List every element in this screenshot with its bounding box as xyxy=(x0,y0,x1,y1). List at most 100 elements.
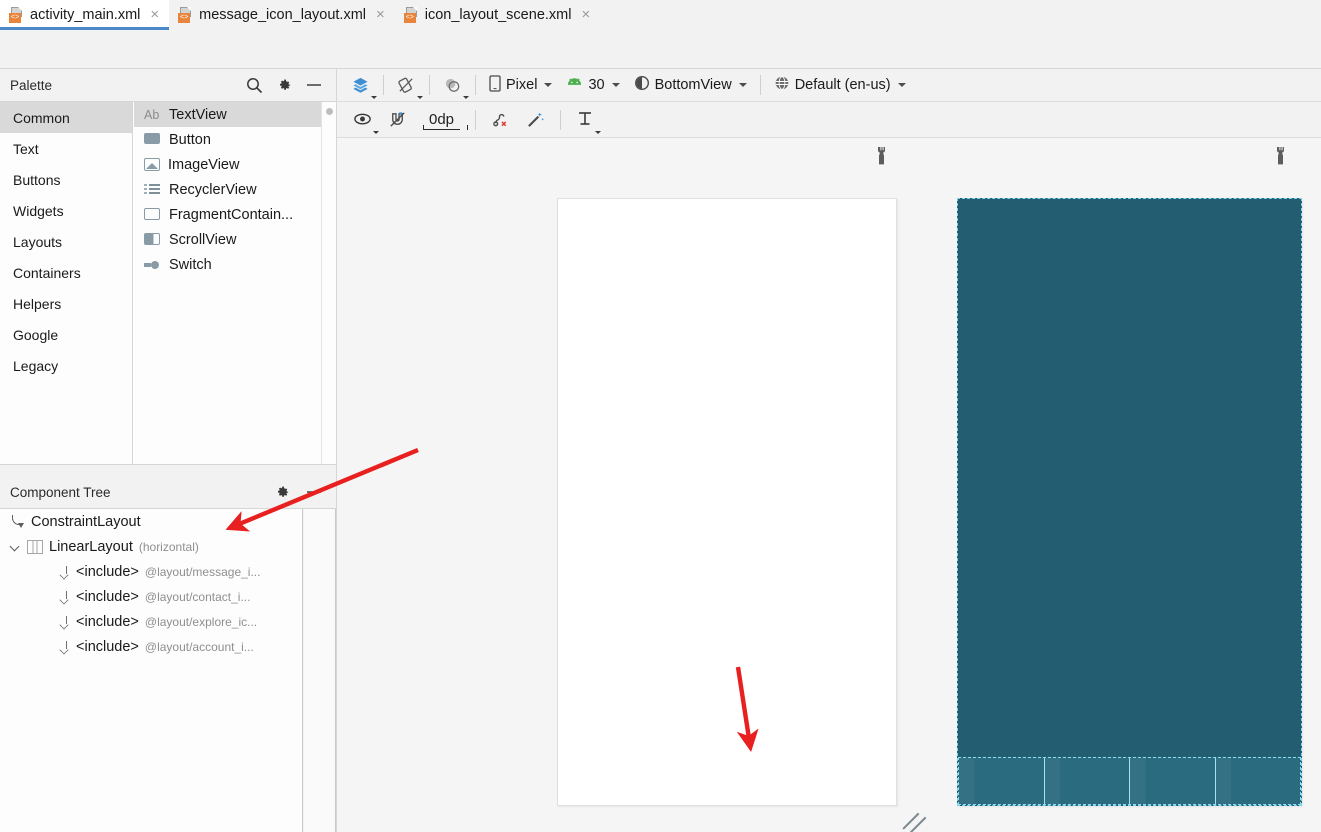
device-label: Pixel xyxy=(506,77,538,93)
android-studio-layout-editor: <> activity_main.xml × <> message_icon_l… xyxy=(0,0,1321,832)
default-margin-control[interactable]: 0dp xyxy=(417,107,466,133)
gear-icon[interactable] xyxy=(275,485,290,500)
tree-node-label: ConstraintLayout xyxy=(31,513,141,530)
chevron-down-icon[interactable] xyxy=(897,83,906,87)
chevron-down-icon[interactable] xyxy=(611,83,620,87)
palette-item-button[interactable]: Button xyxy=(134,127,321,152)
toolbar-separator xyxy=(429,75,430,95)
theme-selector[interactable]: BottomView xyxy=(628,72,753,98)
button-icon xyxy=(144,132,161,147)
palette-item-label: Switch xyxy=(169,256,212,273)
chevron-down-icon[interactable] xyxy=(738,83,747,87)
editor-tab-label: activity_main.xml xyxy=(30,6,141,23)
palette-category-buttons[interactable]: Buttons xyxy=(0,164,132,195)
blueprint-include-cell[interactable] xyxy=(1130,758,1216,804)
minimize-icon[interactable] xyxy=(306,485,322,500)
chevron-down-icon[interactable] xyxy=(10,541,21,552)
xml-layout-file-icon: <> xyxy=(178,6,193,23)
clear-constraints-icon[interactable] xyxy=(485,107,516,133)
theme-icon[interactable] xyxy=(437,72,469,99)
palette-header: Palette xyxy=(0,69,336,102)
close-icon[interactable]: × xyxy=(150,7,159,22)
palette-item-switch[interactable]: Switch xyxy=(134,252,321,277)
design-canvas[interactable] xyxy=(336,138,1321,832)
image-icon xyxy=(144,158,160,171)
blueprint-include-cell[interactable] xyxy=(959,758,1045,804)
chevron-down-icon[interactable] xyxy=(544,83,553,87)
include-icon xyxy=(55,640,70,654)
close-icon[interactable]: × xyxy=(376,7,385,22)
tree-node-detail: (horizontal) xyxy=(138,539,199,554)
editor-tab-icon-layout-scene[interactable]: <> icon_layout_scene.xml × xyxy=(395,0,600,29)
palette-scrollbar[interactable] xyxy=(321,102,336,464)
magnet-off-icon[interactable] xyxy=(382,107,413,133)
api-level-selector[interactable]: 30 xyxy=(560,72,625,98)
search-icon[interactable] xyxy=(246,77,263,94)
tree-node-label: <include> xyxy=(76,563,139,580)
blueprint-include-cell[interactable] xyxy=(1215,758,1300,804)
tree-node-label: LinearLayout xyxy=(49,538,133,555)
design-preview[interactable] xyxy=(557,198,897,806)
palette-item-list: Ab TextView Button ImageView RecyclerVie… xyxy=(134,102,321,464)
wrench-icon[interactable] xyxy=(1274,147,1287,165)
palette-item-label: FragmentContain... xyxy=(169,206,294,223)
palette-item-recyclerview[interactable]: RecyclerView xyxy=(134,177,321,202)
editor-tab-message-icon-layout[interactable]: <> message_icon_layout.xml × xyxy=(169,0,395,29)
palette-category-widgets[interactable]: Widgets xyxy=(0,195,132,226)
editor-tab-label: message_icon_layout.xml xyxy=(199,6,366,23)
toolbar-separator xyxy=(383,75,384,95)
api-level-label: 30 xyxy=(588,77,605,93)
tree-node-include-contact[interactable]: <include> @layout/contact_i... xyxy=(0,584,302,609)
theme-label: BottomView xyxy=(654,77,732,93)
blueprint-preview[interactable] xyxy=(957,198,1302,806)
component-tree-header: Component Tree xyxy=(0,476,336,509)
eye-icon[interactable] xyxy=(347,107,379,134)
palette-category-text[interactable]: Text xyxy=(0,133,132,164)
palette-category-containers[interactable]: Containers xyxy=(0,257,132,288)
palette-category-legacy[interactable]: Legacy xyxy=(0,350,132,381)
palette-item-scrollview[interactable]: ScrollView xyxy=(134,227,321,252)
linearlayout-icon xyxy=(27,539,43,554)
toolbar-separator xyxy=(475,75,476,95)
palette-category-helpers[interactable]: Helpers xyxy=(0,288,132,319)
resize-handle-icon[interactable] xyxy=(902,810,929,832)
toolbar-separator xyxy=(560,109,562,130)
tree-node-constraintlayout[interactable]: ConstraintLayout xyxy=(0,509,302,534)
blueprint-linearlayout[interactable] xyxy=(958,757,1301,805)
orientation-rotate-icon[interactable] xyxy=(391,72,423,99)
default-margin-value[interactable]: 0dp xyxy=(423,111,461,130)
magic-wand-icon[interactable] xyxy=(520,107,551,133)
palette-item-fragmentcontainer[interactable]: FragmentContain... xyxy=(134,202,321,227)
tree-node-linearlayout[interactable]: LinearLayout (horizontal) xyxy=(0,534,302,559)
close-icon[interactable]: × xyxy=(581,7,590,22)
palette-scrollbar-thumb[interactable] xyxy=(326,108,333,115)
tree-node-include-explore[interactable]: <include> @layout/explore_ic... xyxy=(0,609,302,634)
tree-node-label: <include> xyxy=(76,588,139,605)
toolbar-separator xyxy=(475,109,477,130)
align-icon[interactable] xyxy=(570,107,602,134)
constraintlayout-icon xyxy=(10,514,25,529)
blueprint-include-cell[interactable] xyxy=(1044,758,1130,804)
scrollview-icon xyxy=(144,232,161,247)
device-selector[interactable]: Pixel xyxy=(483,72,558,98)
palette-category-layouts[interactable]: Layouts xyxy=(0,226,132,257)
xml-layout-file-icon: <> xyxy=(9,6,24,23)
locale-label: Default (en-us) xyxy=(794,77,891,93)
palette-category-google[interactable]: Google xyxy=(0,319,132,350)
gear-icon[interactable] xyxy=(277,78,292,93)
toolbar-separator xyxy=(759,75,761,95)
tabbar-empty-area xyxy=(600,0,1321,29)
include-icon xyxy=(55,615,70,629)
minimize-icon[interactable] xyxy=(306,78,322,92)
locale-selector[interactable]: Default (en-us) xyxy=(768,72,912,98)
editor-tab-bar: <> activity_main.xml × <> message_icon_l… xyxy=(0,0,1321,30)
tree-node-include-message[interactable]: <include> @layout/message_i... xyxy=(0,559,302,584)
theme-contrast-icon xyxy=(634,75,650,95)
palette-item-textview[interactable]: Ab TextView xyxy=(134,102,321,127)
palette-item-imageview[interactable]: ImageView xyxy=(134,152,321,177)
design-blueprint-mode-icon[interactable] xyxy=(345,72,377,99)
editor-tab-activity-main[interactable]: <> activity_main.xml × xyxy=(0,0,170,30)
palette-category-common[interactable]: Common xyxy=(0,102,132,133)
wrench-icon[interactable] xyxy=(875,147,888,165)
tree-node-include-account[interactable]: <include> @layout/account_i... xyxy=(0,634,302,659)
